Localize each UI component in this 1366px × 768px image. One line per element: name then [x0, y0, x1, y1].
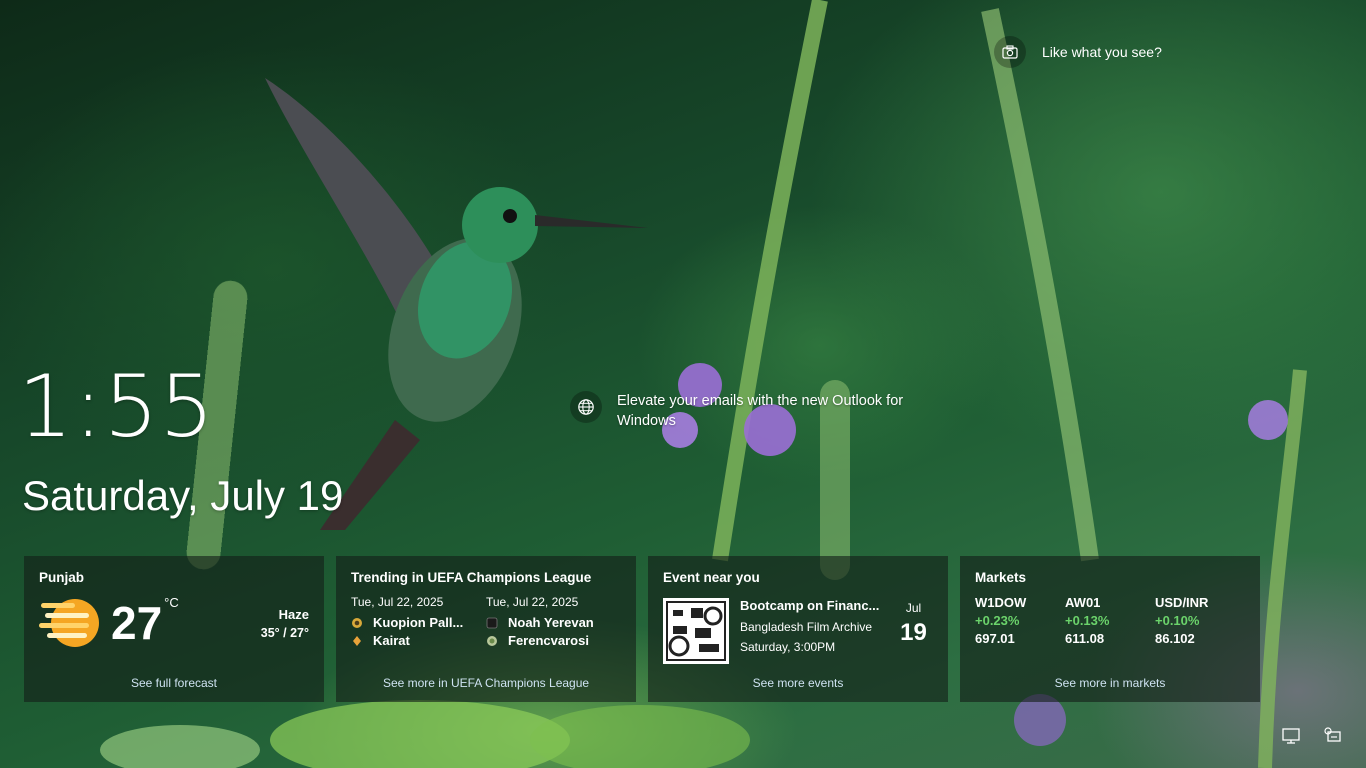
- events-more-link[interactable]: See more events: [648, 676, 948, 690]
- team-badge-icon: [486, 617, 498, 628]
- market-item[interactable]: AW01 +0.13% 611.08: [1065, 595, 1155, 646]
- team-name: Noah Yerevan: [508, 615, 594, 630]
- globe-icon: [570, 391, 602, 423]
- team-name: Kuopion Pall...: [373, 615, 464, 630]
- match-team: Kuopion Pall...: [351, 615, 486, 630]
- match-item[interactable]: Tue, Jul 22, 2025 Kuopion Pall... Kairat: [351, 595, 486, 648]
- match-team: Kairat: [351, 633, 486, 648]
- team-badge-icon: [353, 635, 361, 646]
- market-change: +0.23%: [975, 613, 1020, 628]
- lock-screen-date: Saturday, July 19: [22, 472, 344, 519]
- weather-temperature: 27: [111, 597, 163, 649]
- weather-card[interactable]: Punjab 27 °C Haze 35° / 27° See full for…: [24, 556, 324, 702]
- match-team: Noah Yerevan: [486, 615, 621, 630]
- event-time: Saturday, 3:00PM: [740, 640, 836, 654]
- event-month: Jul: [905, 601, 922, 615]
- event-venue: Bangladesh Film Archive: [740, 620, 873, 634]
- camera-icon[interactable]: [994, 36, 1026, 68]
- weather-range: 35° / 27°: [260, 625, 309, 640]
- sports-more-link[interactable]: See more in UEFA Champions League: [336, 676, 636, 690]
- market-name: USD/INR: [1155, 595, 1209, 610]
- markets-title: Markets: [975, 570, 1027, 585]
- haze-sun-icon: [39, 599, 99, 647]
- event-title[interactable]: Bootcamp on Financ...: [740, 598, 886, 613]
- market-value: 611.08: [1065, 631, 1105, 646]
- market-value: 697.01: [975, 631, 1015, 646]
- weather-unit: °C: [164, 595, 179, 610]
- markets-card[interactable]: Markets W1DOW +0.23% 697.01 AW01 +0.13% …: [960, 556, 1260, 702]
- event-day: 19: [900, 619, 927, 646]
- event-thumbnail: [663, 598, 729, 664]
- lock-screen-clock: 1:55: [18, 357, 216, 457]
- match-item[interactable]: Tue, Jul 22, 2025 Noah Yerevan Ferencvar…: [486, 595, 621, 648]
- market-name: W1DOW: [975, 595, 1027, 610]
- team-badge-icon: [487, 635, 497, 646]
- promo-text[interactable]: Elevate your emails with the new Outlook…: [617, 391, 917, 431]
- team-name: Ferencvarosi: [508, 633, 589, 648]
- markets-more-link[interactable]: See more in markets: [960, 676, 1260, 690]
- weather-condition: Haze: [278, 606, 309, 622]
- market-name: AW01: [1065, 595, 1101, 610]
- spotlight-label[interactable]: Like what you see?: [1042, 44, 1162, 60]
- accessibility-icon[interactable]: [1323, 726, 1343, 746]
- market-item[interactable]: W1DOW +0.23% 697.01: [975, 595, 1065, 646]
- sports-title: Trending in UEFA Champions League: [351, 570, 592, 585]
- sports-card[interactable]: Trending in UEFA Champions League Tue, J…: [336, 556, 636, 702]
- outlook-promo[interactable]: Elevate your emails with the new Outlook…: [570, 391, 917, 431]
- match-date: Tue, Jul 22, 2025: [486, 595, 579, 609]
- market-value: 86.102: [1155, 631, 1195, 646]
- match-date: Tue, Jul 22, 2025: [351, 595, 444, 609]
- weather-location: Punjab: [39, 570, 85, 585]
- match-team: Ferencvarosi: [486, 633, 621, 648]
- event-header: Event near you: [663, 570, 760, 585]
- team-name: Kairat: [373, 633, 410, 648]
- weather-forecast-link[interactable]: See full forecast: [24, 676, 324, 690]
- market-item[interactable]: USD/INR +0.10% 86.102: [1155, 595, 1245, 646]
- spotlight-feedback[interactable]: Like what you see?: [994, 36, 1162, 68]
- event-card[interactable]: Event near you Bootcamp on Financ... Ban…: [648, 556, 948, 702]
- team-badge-icon: [352, 617, 362, 628]
- market-change: +0.13%: [1065, 613, 1110, 628]
- market-change: +0.10%: [1155, 613, 1200, 628]
- event-date: Jul 19: [894, 598, 933, 664]
- network-icon[interactable]: [1281, 726, 1301, 746]
